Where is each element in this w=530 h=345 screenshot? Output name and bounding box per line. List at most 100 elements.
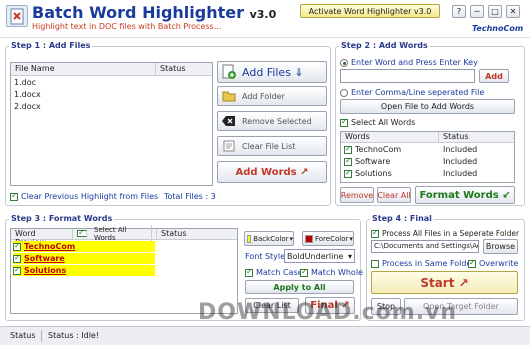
radio-icon: [340, 88, 348, 97]
add-files-label: Add Files ⇓: [242, 65, 304, 79]
list-item[interactable]: Software: [13, 253, 155, 264]
checkbox-icon: [344, 144, 352, 154]
open-file-button[interactable]: Open File to Add Words: [340, 99, 515, 114]
table-row[interactable]: 1.doc: [14, 77, 204, 88]
start-button[interactable]: Start ↗: [371, 271, 518, 294]
word-cell: TechnoCom: [355, 145, 402, 154]
clear-previous-checkbox[interactable]: Clear Previous Highlight from Files: [10, 191, 158, 202]
clear-file-list-button[interactable]: Clear File List: [217, 136, 327, 156]
step4-title: Step 4 : Final: [370, 214, 434, 223]
match-whole-checkbox[interactable]: Match Whole: [300, 267, 363, 278]
remove-selected-button[interactable]: Remove Selected: [217, 111, 327, 131]
checkbox-icon: [13, 253, 21, 263]
fore-color-label: ForeColor: [315, 234, 349, 243]
status-label: Status: [10, 331, 36, 340]
remove-icon: [222, 115, 236, 127]
file-list[interactable]: File Name Status 1.doc 1.docx 2.docx: [10, 62, 213, 186]
restore-icon[interactable]: □: [488, 5, 502, 18]
add-words-button[interactable]: Add Words ↗: [217, 161, 327, 183]
list-item[interactable]: TechnoCom Included: [344, 144, 512, 155]
file-name-cell: 2.docx: [14, 102, 41, 111]
match-case-checkbox[interactable]: Match Case: [245, 267, 303, 278]
word-cell: Solutions: [355, 169, 392, 178]
watermark-text: DOWNLOAD.com.vn: [198, 300, 458, 325]
add-file-icon: [222, 64, 236, 80]
app-logo-icon: [6, 5, 28, 27]
checkbox-icon: [344, 168, 352, 178]
step1-title: Step 1 : Add Files: [9, 41, 93, 50]
preview-word: Solutions: [24, 266, 67, 275]
font-style-select[interactable]: BoldUnderline ▾: [284, 249, 355, 263]
folder-path-input[interactable]: C:\Documents and Settings\Adi\: [371, 240, 479, 253]
add-folder-label: Add Folder: [242, 91, 285, 101]
overwrite-label: Overwrite: [479, 259, 519, 268]
checkbox-icon: [371, 228, 379, 238]
clear-previous-label: Clear Previous Highlight from Files: [21, 192, 159, 201]
remove-word-button[interactable]: Remove: [340, 187, 374, 203]
list-item[interactable]: TechnoCom: [13, 241, 155, 252]
status-bar: Status Status : Idle!: [0, 326, 530, 345]
process-separate-checkbox[interactable]: Process All Files in a Seperate Folder: [371, 228, 519, 239]
col-word-preview[interactable]: Word Preview: [11, 229, 73, 247]
col-word-status[interactable]: Status: [439, 132, 514, 142]
word-input[interactable]: [340, 69, 475, 83]
list-item[interactable]: Solutions Included: [344, 168, 512, 179]
col-file-name[interactable]: File Name: [11, 63, 156, 75]
radio-enter-word[interactable]: Enter Word and Press Enter Key: [340, 57, 478, 68]
status-divider: [41, 330, 42, 342]
fore-color-icon: [305, 234, 313, 243]
clear-all-words-button[interactable]: Clear All: [377, 187, 411, 203]
chevron-down-icon: ▾: [289, 234, 293, 243]
checkbox-icon: [245, 267, 253, 277]
checkbox-icon: [300, 267, 308, 277]
process-separate-label: Process All Files in a Seperate Folder: [382, 229, 520, 238]
clear-file-list-label: Clear File List: [242, 141, 296, 151]
same-folder-label: Process in Same Folder: [382, 259, 475, 268]
checkbox-icon: [468, 258, 476, 268]
add-folder-button[interactable]: Add Folder: [217, 86, 327, 106]
activate-button[interactable]: Activate Word Highlighter v3.0: [300, 4, 440, 18]
table-row[interactable]: 2.docx: [14, 101, 204, 112]
close-button[interactable]: ✕: [506, 5, 520, 18]
preview-word: Software: [24, 254, 65, 263]
add-files-button[interactable]: Add Files ⇓: [217, 61, 327, 83]
checkbox-icon: [371, 259, 379, 268]
checkbox-icon: [10, 191, 18, 201]
status-cell: Included: [443, 157, 478, 166]
match-whole-label: Match Whole: [311, 268, 363, 277]
table-row[interactable]: 1.docx: [14, 89, 204, 100]
overwrite-checkbox[interactable]: Overwrite: [468, 258, 518, 269]
back-color-button[interactable]: BackColor ▾: [244, 231, 294, 246]
checkbox-icon: [13, 265, 21, 275]
status-message: Status : Idle!: [48, 331, 100, 340]
words-list[interactable]: Words Status TechnoCom Included Software I…: [340, 131, 515, 183]
app-version: v3.0: [249, 8, 277, 21]
radio-comma-file[interactable]: Enter Comma/Line seperated File: [340, 87, 484, 98]
apply-to-all-button[interactable]: Apply to All: [245, 280, 354, 294]
folder-icon: [222, 90, 236, 102]
minimize-button[interactable]: ─: [470, 5, 484, 18]
checkbox-icon: [340, 117, 348, 127]
list-item[interactable]: Solutions: [13, 265, 155, 276]
back-color-label: BackColor: [253, 234, 289, 243]
font-style-value: BoldUnderline: [287, 251, 344, 261]
select-all-words-checkbox[interactable]: Select All Words: [340, 117, 415, 128]
total-files-label: Total Files : 3: [164, 192, 216, 201]
chevron-down-icon: ▾: [349, 234, 353, 243]
preview-word: TechnoCom: [24, 242, 76, 251]
col-format-status[interactable]: Status: [157, 229, 237, 239]
col-words[interactable]: Words: [341, 132, 439, 142]
fore-color-button[interactable]: ForeColor ▾: [302, 231, 354, 246]
radio-enter-label: Enter Word and Press Enter Key: [351, 58, 478, 67]
format-words-button[interactable]: Format Words ↙: [415, 186, 515, 204]
checkbox-icon: [77, 228, 87, 237]
help-button[interactable]: ?: [452, 5, 466, 18]
col-file-status[interactable]: Status: [156, 63, 212, 75]
browse-button[interactable]: Browse: [483, 239, 518, 254]
same-folder-checkbox[interactable]: Process in Same Folder: [371, 258, 475, 269]
select-all-format-checkbox[interactable]: Select All Words: [73, 224, 157, 243]
select-all-format-label: Select All Words: [90, 224, 152, 243]
list-item[interactable]: Software Included: [344, 156, 512, 167]
add-word-button[interactable]: Add: [479, 69, 509, 83]
font-style-label: Font Style: [245, 252, 286, 261]
